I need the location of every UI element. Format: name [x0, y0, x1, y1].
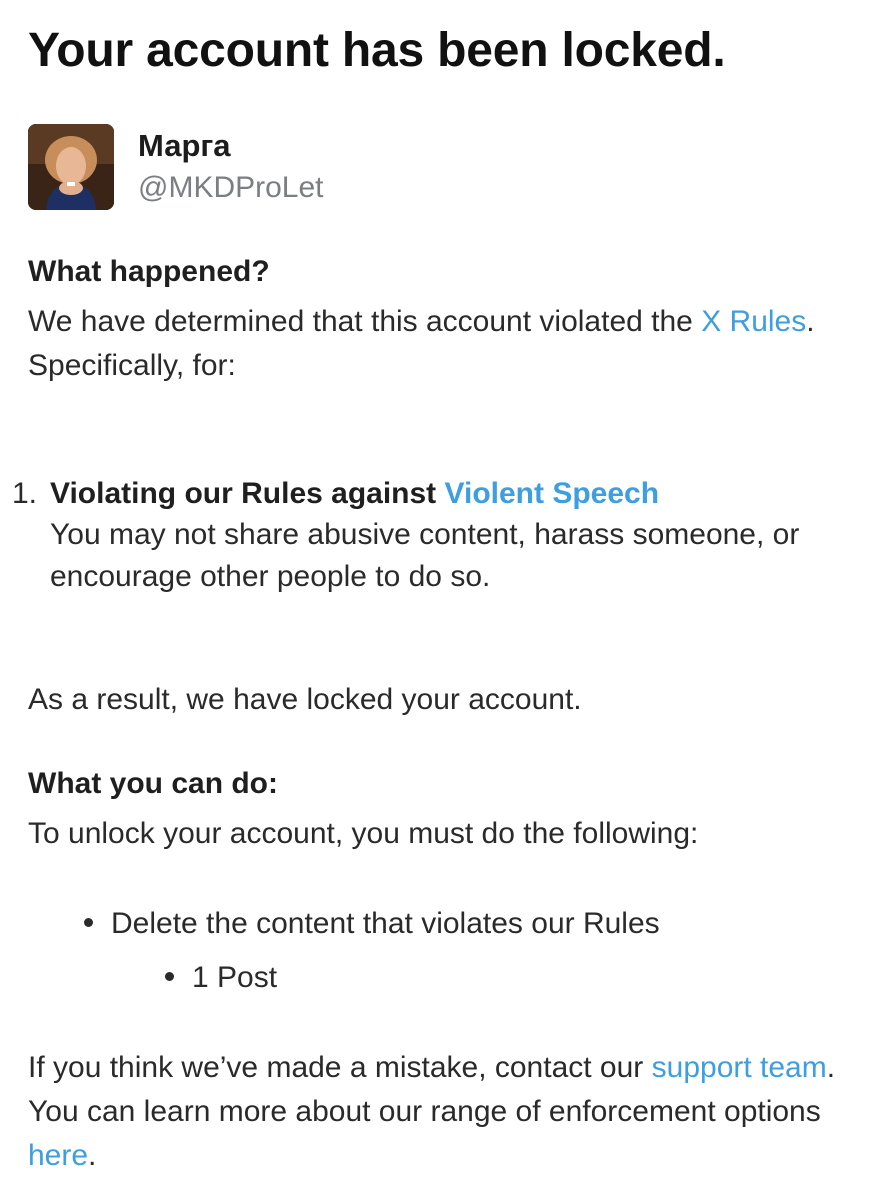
bullet-icon [165, 971, 174, 981]
violent-speech-link[interactable]: Violent Speech [445, 477, 660, 510]
footer-text-3: . [88, 1139, 97, 1172]
avatar [28, 124, 114, 210]
footer-text: If you think we’ve made a mistake, conta… [28, 1046, 858, 1178]
unlock-instructions: To unlock your account, you must do the … [28, 817, 699, 850]
enforcement-options-link[interactable]: here [28, 1139, 88, 1172]
support-team-link[interactable]: support team [652, 1051, 827, 1084]
what-you-can-do-heading: What you can do: [28, 767, 278, 800]
violation-title-text: Violating our Rules against [50, 477, 445, 510]
bullet-icon [84, 917, 93, 927]
violation-title: Violating our Rules against Violent Spee… [50, 474, 659, 514]
violation-number: 1. [12, 477, 38, 510]
page-title: Your account has been locked. [28, 24, 726, 77]
footer-text-1: If you think we’ve made a mistake, conta… [28, 1051, 652, 1084]
step-label: Delete the content that violates our Rul… [111, 907, 660, 940]
list-item: 1 Post [165, 958, 277, 998]
step-subitem: 1 Post [192, 961, 278, 994]
result-text: As a result, we have locked your account… [28, 683, 582, 716]
list-item: Delete the content that violates our Rul… [84, 904, 660, 944]
what-happened-text: We have determined that this account vio… [28, 300, 858, 388]
display-name: Марга [138, 128, 231, 163]
account-handle: @MKDProLet [138, 171, 324, 204]
violation-description: You may not share abusive content, haras… [50, 518, 800, 593]
violation-intro-text: We have determined that this account vio… [28, 305, 702, 338]
what-happened-heading: What happened? [28, 255, 270, 288]
x-rules-link[interactable]: X Rules [701, 305, 806, 338]
profile-photo-icon [28, 124, 114, 210]
